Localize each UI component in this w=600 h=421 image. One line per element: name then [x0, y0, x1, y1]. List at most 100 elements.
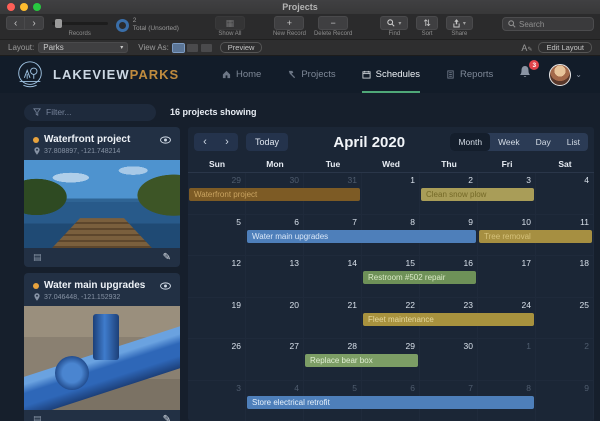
find-label: Find [388, 31, 400, 37]
find-button[interactable]: ▾ [380, 16, 408, 30]
brand-name: LAKEVIEWPARKS [53, 67, 179, 82]
lakeview-parks-logo-icon [14, 59, 46, 91]
coords-text: 37.046448, -121.152932 [44, 294, 120, 301]
titlebar: Projects [0, 0, 600, 14]
calendar-day-cell[interactable]: 12 [188, 256, 246, 297]
calendar-week-row: 567891011Water main upgradesTree removal [188, 215, 594, 257]
form-view-icon[interactable] [173, 44, 184, 52]
calendar-next-button[interactable]: › [216, 133, 238, 151]
edit-layout-button[interactable]: Edit Layout [538, 42, 592, 53]
calendar-event[interactable]: Clean snow plow [421, 188, 534, 201]
new-record-button[interactable]: + [274, 16, 304, 30]
brand-logo[interactable]: LAKEVIEWPARKS [14, 59, 179, 91]
eye-icon[interactable] [160, 282, 171, 290]
nav-item-home[interactable]: Home [222, 56, 261, 93]
project-coordinates: 37.808897, -121.748214 [24, 147, 180, 160]
share-button[interactable]: ▾ [446, 16, 473, 30]
found-count: 2 [133, 17, 179, 25]
status-dot [33, 137, 39, 143]
view-week-button[interactable]: Week [490, 133, 528, 151]
attachment-icon[interactable]: ▤ [33, 414, 42, 421]
layout-select[interactable]: Parks ▾ [38, 42, 128, 53]
show-all-button[interactable]: ▦ [215, 16, 245, 30]
report-icon [446, 70, 455, 79]
delete-record-button[interactable]: − [318, 16, 348, 30]
project-title: Water main upgrades [44, 280, 155, 291]
calendar-event[interactable]: Waterfront project [189, 188, 360, 201]
edit-pencil-icon[interactable]: ✎ [163, 252, 171, 263]
calendar-day-cell[interactable]: 1 [478, 339, 536, 380]
calendar-day-cell[interactable]: 25 [536, 298, 594, 339]
found-set-indicator[interactable]: 2 Total (Unsorted) [116, 17, 179, 34]
calendar-day-cell[interactable]: 2 [536, 339, 594, 380]
calendar-event[interactable]: Replace bear box [305, 354, 418, 367]
share-icon [453, 19, 460, 28]
calendar-event[interactable]: Water main upgrades [247, 230, 476, 243]
calendar-event[interactable]: Store electrical retrofit [247, 396, 534, 409]
calendar-day-cell[interactable]: 20 [246, 298, 304, 339]
user-menu[interactable]: ⌄ [549, 64, 582, 86]
record-slider[interactable] [52, 16, 108, 30]
calendar-day-cell[interactable]: 13 [246, 256, 304, 297]
edit-pencil-icon[interactable]: ✎ [163, 414, 171, 421]
calendar-day-cell[interactable]: 9 [536, 381, 594, 421]
calendar-prev-button[interactable]: ‹ [194, 133, 216, 151]
show-all-label: Show All [218, 31, 241, 37]
find-group: ▾ Find [380, 16, 408, 37]
calendar-day-cell[interactable]: 14 [304, 256, 362, 297]
nav-item-reports[interactable]: Reports [446, 56, 493, 93]
dow-label: Mon [246, 157, 304, 172]
view-list-button[interactable]: List [559, 133, 588, 151]
calendar-event[interactable]: Fleet maintenance [363, 313, 534, 326]
calendar-day-cell[interactable]: 17 [478, 256, 536, 297]
calendar-event[interactable]: Tree removal [479, 230, 592, 243]
view-as-icons [173, 44, 212, 52]
calendar-day-cell[interactable]: 18 [536, 256, 594, 297]
calendar-day-cell[interactable]: 3 [188, 381, 246, 421]
calendar-day-cell[interactable]: 1 [362, 173, 420, 214]
status-toolbar: ‹ › Records 2 Total (Unsorted) ▦ Show Al… [0, 14, 600, 40]
calendar-day-cell[interactable]: 26 [188, 339, 246, 380]
total-label: Total (Unsorted) [133, 25, 179, 33]
preview-button[interactable]: Preview [220, 42, 263, 53]
view-day-button[interactable]: Day [528, 133, 559, 151]
notifications-button[interactable]: 3 [517, 64, 533, 85]
calendar-event[interactable]: Restroom #502 repair [363, 271, 476, 284]
list-view-icon[interactable] [187, 44, 198, 52]
app-header: LAKEVIEWPARKS Home Projects Schedules [0, 56, 600, 93]
dow-label: Sat [536, 157, 594, 172]
calendar-day-cell[interactable]: 30 [420, 339, 478, 380]
eye-icon[interactable] [160, 136, 171, 144]
app-window: Projects ‹ › Records 2 Total (Unsorted) … [0, 0, 600, 421]
blue-pipes-photo [24, 306, 180, 410]
calendar-day-cell[interactable]: 4 [536, 173, 594, 214]
sort-button[interactable]: ⇅ [416, 16, 438, 30]
nav-item-schedules[interactable]: Schedules [362, 56, 420, 93]
nav-item-projects[interactable]: Projects [287, 56, 335, 93]
toolbar-search-input[interactable]: Search [502, 17, 594, 31]
magnifier-icon [387, 19, 395, 27]
calendar-day-cell[interactable]: 19 [188, 298, 246, 339]
today-button[interactable]: Today [246, 133, 288, 151]
hammer-icon [287, 70, 296, 79]
view-month-button[interactable]: Month [450, 133, 490, 151]
attachment-icon[interactable]: ▤ [33, 252, 42, 263]
project-card-watermain[interactable]: Water main upgrades 37.046448, -121.1529… [24, 273, 180, 421]
slider-handle[interactable] [55, 19, 62, 28]
filter-input[interactable]: Filter... [24, 104, 156, 121]
delete-record-label: Delete Record [314, 31, 352, 37]
filter-placeholder: Filter... [46, 107, 72, 117]
avatar [549, 64, 571, 86]
search-icon [508, 20, 516, 28]
calendar-day-cell[interactable]: 5 [188, 215, 246, 256]
next-record-button[interactable]: › [25, 16, 43, 30]
formatting-pen-icon[interactable]: A✎ [521, 43, 532, 53]
project-card-waterfront[interactable]: Waterfront project 37.808897, -121.74821… [24, 127, 180, 267]
calendar-day-cell[interactable]: 27 [246, 339, 304, 380]
layout-select-value: Parks [43, 43, 63, 52]
previous-record-button[interactable]: ‹ [6, 16, 25, 30]
calendar-day-cell[interactable]: 21 [304, 298, 362, 339]
found-set-pie-icon [116, 19, 129, 32]
table-view-icon[interactable] [201, 44, 212, 52]
filter-bar: Filter... 16 projects showing [0, 99, 600, 125]
